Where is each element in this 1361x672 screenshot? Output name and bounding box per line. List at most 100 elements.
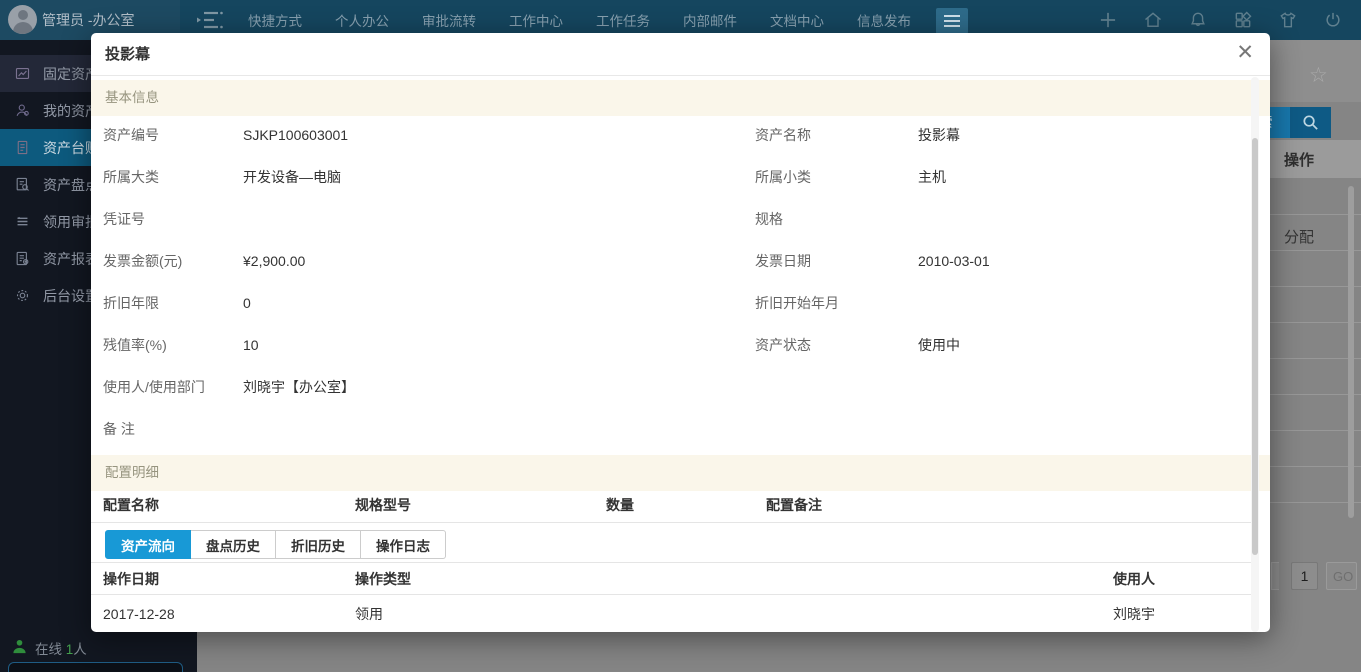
- nav-item-8[interactable]: 信息发布: [857, 10, 911, 30]
- field-row-1: 资产编号SJKP100603001 资产名称投影幕: [91, 114, 1270, 156]
- modal-scrollbar-thumb[interactable]: [1252, 138, 1258, 555]
- field-label: 所属大类: [103, 167, 243, 187]
- tab-1[interactable]: 资产流向: [105, 530, 191, 559]
- field-row-7: 使用人/使用部门刘晓宇【办公室】: [91, 366, 1270, 408]
- inventory-icon: [14, 176, 31, 193]
- nav-item-3[interactable]: 审批流转: [422, 10, 476, 30]
- field-value: 开发设备—电脑: [243, 167, 341, 187]
- nav-item-4[interactable]: 工作中心: [509, 10, 563, 30]
- field-pair: 使用人/使用部门刘晓宇【办公室】: [103, 366, 355, 408]
- field-pair: 发票金额(元)¥2,900.00: [103, 240, 305, 282]
- field-value: 投影幕: [918, 125, 960, 145]
- pagination-edge-button[interactable]: [1271, 562, 1279, 590]
- field-pair: 残值率(%)10: [103, 324, 259, 366]
- flow-cell-3: 刘晓宇: [1113, 604, 1155, 624]
- field-value: 刘晓宇【办公室】: [243, 377, 355, 397]
- field-pair: 资产名称投影幕: [755, 114, 960, 156]
- flow-cell-1: 2017-12-28: [103, 606, 175, 622]
- field-row-8: 备 注: [91, 408, 1270, 450]
- field-label: 备 注: [103, 419, 243, 439]
- page-table-scrollbar[interactable]: [1348, 186, 1354, 518]
- gear-icon: [14, 287, 31, 304]
- more-menu-button[interactable]: [936, 8, 968, 34]
- config-col-header-4: 配置备注: [766, 495, 822, 515]
- field-value: 10: [243, 337, 259, 353]
- field-label: 使用人/使用部门: [103, 377, 243, 397]
- field-label: 资产名称: [755, 125, 918, 145]
- chart-icon: [14, 65, 31, 82]
- allocate-link[interactable]: 分配: [1284, 226, 1314, 247]
- flow-table-row: 2017-12-28领用刘晓宇: [91, 596, 1258, 632]
- field-label: 残值率(%): [103, 335, 243, 355]
- field-row-4: 发票金额(元)¥2,900.00 发票日期2010-03-01: [91, 240, 1270, 282]
- page-number-input[interactable]: [1291, 562, 1318, 590]
- config-table-header: 配置名称 规格型号 数量 配置备注: [91, 488, 1258, 523]
- nav-item-1[interactable]: 快捷方式: [248, 10, 302, 30]
- config-col-header-3: 数量: [606, 495, 634, 515]
- field-label: 折旧开始年月: [755, 293, 918, 313]
- tab-3[interactable]: 折旧历史: [276, 530, 361, 559]
- field-label: 发票日期: [755, 251, 918, 271]
- operation-column-header: 操作: [1284, 149, 1314, 170]
- nav-item-2[interactable]: 个人办公: [335, 10, 389, 30]
- flow-col-header-1: 操作日期: [103, 569, 159, 589]
- field-row-3: 凭证号 规格: [91, 198, 1270, 240]
- field-pair: 所属小类主机: [755, 156, 946, 198]
- nav-item-7[interactable]: 文档中心: [770, 10, 824, 30]
- home-icon[interactable]: [1143, 10, 1163, 30]
- power-icon[interactable]: [1323, 10, 1343, 30]
- field-label: 发票金额(元): [103, 251, 243, 271]
- field-label: 资产状态: [755, 335, 918, 355]
- plus-icon[interactable]: [1098, 10, 1118, 30]
- field-value: SJKP100603001: [243, 127, 348, 143]
- field-label: 折旧年限: [103, 293, 243, 313]
- favorite-star-icon[interactable]: ☆: [1309, 63, 1328, 88]
- tab-2[interactable]: 盘点历史: [191, 530, 276, 559]
- section-config-detail: 配置明细: [91, 455, 1270, 491]
- nav-item-5[interactable]: 工作任务: [596, 10, 650, 30]
- page-search-icon-button[interactable]: [1290, 107, 1331, 138]
- flow-col-header-3: 使用人: [1113, 569, 1155, 589]
- config-col-header-1: 配置名称: [103, 495, 159, 515]
- online-user-icon: [12, 639, 27, 657]
- apps-icon[interactable]: [1233, 10, 1253, 30]
- field-pair: 折旧年限0: [103, 282, 251, 324]
- avatar[interactable]: [8, 5, 37, 34]
- online-status: 在线 1人: [12, 638, 87, 658]
- bell-icon[interactable]: [1188, 10, 1208, 30]
- nav-item-6[interactable]: 内部邮件: [683, 10, 737, 30]
- go-button[interactable]: GO: [1326, 562, 1357, 590]
- app-root: 管理员 -办公室 快捷方式个人办公审批流转工作中心工作任务内部邮件文档中心信息发…: [0, 0, 1361, 672]
- field-value: 主机: [918, 167, 946, 187]
- field-row-6: 残值率(%)10 资产状态使用中: [91, 324, 1270, 366]
- field-label: 规格: [755, 209, 918, 229]
- field-pair: 凭证号: [103, 198, 243, 240]
- close-icon[interactable]: ✕: [1236, 42, 1254, 64]
- field-pair: 资产编号SJKP100603001: [103, 114, 348, 156]
- modal-title: 投影幕: [105, 33, 150, 75]
- field-row-2: 所属大类开发设备—电脑 所属小类主机: [91, 156, 1270, 198]
- field-pair: 资产状态使用中: [755, 324, 960, 366]
- field-pair: 所属大类开发设备—电脑: [103, 156, 341, 198]
- tab-4[interactable]: 操作日志: [361, 530, 446, 559]
- field-value: 2010-03-01: [918, 253, 990, 269]
- user-icon: [14, 102, 31, 119]
- field-row-5: 折旧年限0 折旧开始年月: [91, 282, 1270, 324]
- field-pair: 规格: [755, 198, 918, 240]
- sidebar-search-input[interactable]: [8, 662, 183, 672]
- field-label: 凭证号: [103, 209, 243, 229]
- field-label: 所属小类: [755, 167, 918, 187]
- asset-detail-modal: 投影幕 ✕ 基本信息 资产编号SJKP100603001资产名称投影幕所属大类开…: [91, 33, 1270, 632]
- collapse-menu-icon[interactable]: [196, 8, 224, 32]
- config-col-header-2: 规格型号: [355, 495, 411, 515]
- approval-icon: [14, 213, 31, 230]
- field-pair: 折旧开始年月: [755, 282, 918, 324]
- report-icon: [14, 250, 31, 267]
- divider: [91, 75, 1270, 76]
- field-pair: 备 注: [103, 408, 243, 450]
- detail-tabs: 资产流向盘点历史折旧历史操作日志: [105, 530, 446, 559]
- field-value: 0: [243, 295, 251, 311]
- flow-col-header-2: 操作类型: [355, 569, 411, 589]
- field-value: 使用中: [918, 335, 960, 355]
- theme-icon[interactable]: [1278, 10, 1298, 30]
